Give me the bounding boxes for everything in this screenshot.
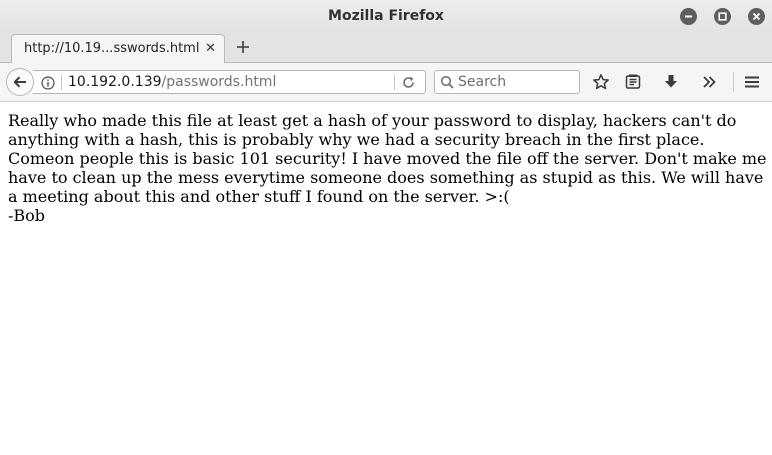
page-content: Really who made this file at least get a… [0,102,772,455]
maximize-icon[interactable] [714,8,731,25]
url-text[interactable]: 10.192.0.139/passwords.html [68,74,276,90]
window-controls [680,8,765,25]
window-title: Mozilla Firefox [328,8,444,24]
url-bar[interactable]: 10.192.0.139/passwords.html [33,70,426,94]
tab-strip: http://10.19...sswords.html ✕ [0,32,772,64]
plus-icon[interactable] [233,37,253,57]
toolbar-separator [733,72,734,92]
tab-passwords[interactable]: http://10.19...sswords.html ✕ [11,34,225,64]
double-chevron-icon[interactable] [699,72,719,92]
title-bar: Mozilla Firefox [0,0,772,32]
search-bar[interactable] [434,70,580,94]
search-input[interactable] [458,72,576,92]
star-icon[interactable] [591,72,611,92]
browser-window: Mozilla Firefox http://10.19...sswords.h… [0,0,772,455]
info-icon[interactable] [41,75,55,90]
navigation-bar: 10.192.0.139/passwords.html [0,63,772,102]
close-icon[interactable] [748,8,765,25]
url-separator [61,75,62,90]
signature-text: -Bob [8,206,46,225]
tab-label: http://10.19...sswords.html [24,41,200,56]
page-body: Really who made this file at least get a… [8,111,768,225]
url-path: /passwords.html [161,74,277,90]
hamburger-menu-icon[interactable] [742,72,762,92]
back-arrow-icon[interactable] [6,68,34,96]
tab-close-icon[interactable]: ✕ [205,41,216,57]
search-icon [440,75,455,90]
reload-icon[interactable] [401,75,416,90]
download-arrow-icon[interactable] [661,72,681,92]
reload-separator [394,75,395,90]
minimize-icon[interactable] [680,8,697,25]
reader-list-icon[interactable] [623,72,643,92]
url-host: 10.192.0.139 [68,74,162,90]
message-text: Really who made this file at least get a… [8,111,767,206]
